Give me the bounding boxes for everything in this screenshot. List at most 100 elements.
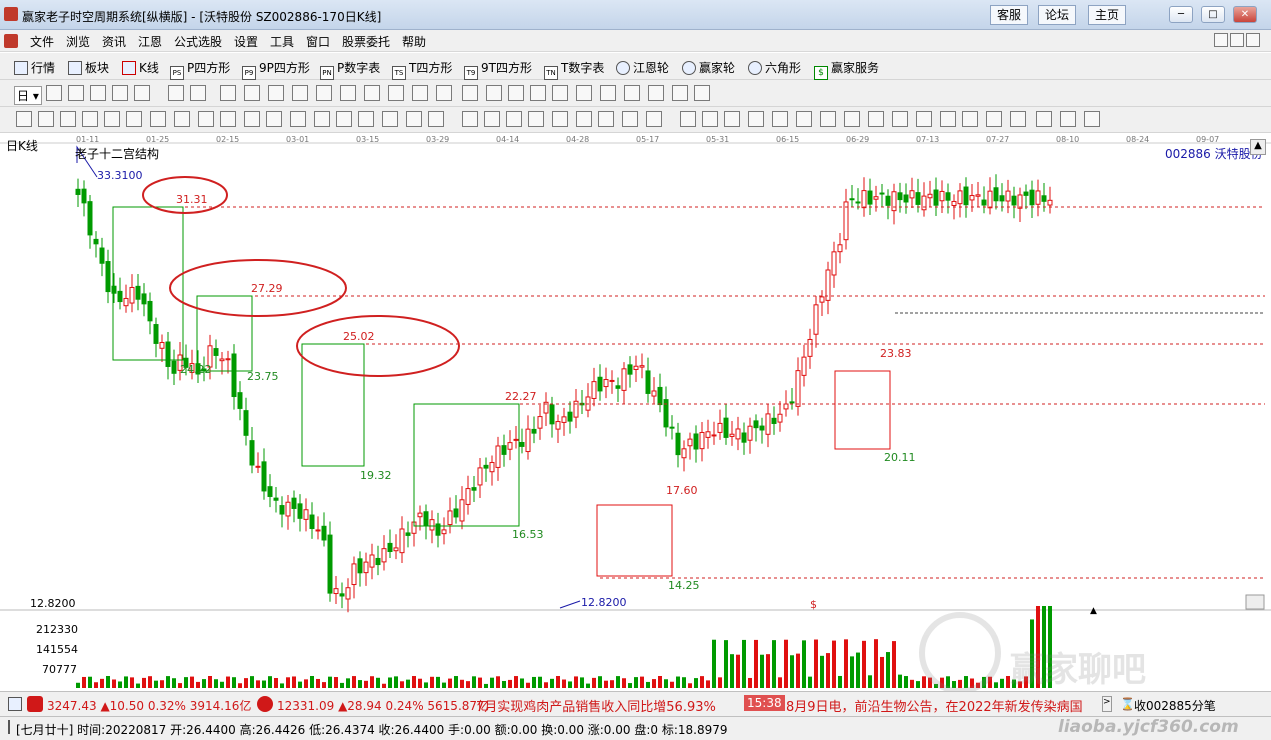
news-headline-2[interactable]: 8月9日电，前沿生物公告，在2022年新发传染病国 — [786, 696, 1106, 715]
tool-icon-25[interactable] — [624, 85, 640, 101]
analysis-icon-29[interactable] — [680, 111, 696, 127]
tool-icon-2[interactable] — [68, 85, 84, 101]
analysis-icon-17[interactable] — [382, 111, 398, 127]
shanghai-index[interactable]: 3247.43 ▲10.50 0.32% 3914.16亿 — [47, 697, 251, 714]
analysis-icon-41[interactable] — [962, 111, 978, 127]
9p-square-button[interactable]: P9 9P四方形 — [242, 59, 310, 80]
p-number-button[interactable]: PN P数字表 — [320, 59, 380, 80]
scroll-down-button[interactable] — [1245, 594, 1265, 610]
analysis-icon-18[interactable] — [406, 111, 422, 127]
tool-icon-24[interactable] — [600, 85, 616, 101]
analysis-icon-23[interactable] — [528, 111, 544, 127]
analysis-icon-10[interactable] — [220, 111, 236, 127]
menu-tools[interactable]: 工具 — [270, 33, 294, 50]
tool-icon-20[interactable] — [508, 85, 524, 101]
minimize-icon[interactable]: ─ — [1169, 6, 1193, 23]
news-headline-1[interactable]: 7月实现鸡肉产品销售收入同比增56.93% — [476, 696, 716, 715]
tool-icon-22[interactable] — [552, 85, 568, 101]
analysis-icon-37[interactable] — [868, 111, 884, 127]
tool-icon-6[interactable] — [168, 85, 184, 101]
analysis-icon-40[interactable] — [940, 111, 956, 127]
gann-wheel-button[interactable]: 江恩轮 — [616, 59, 669, 76]
service-button[interactable]: $ 赢家服务 — [814, 59, 879, 80]
menu-settings[interactable]: 设置 — [234, 33, 258, 50]
mdi-minimize-icon[interactable] — [1214, 33, 1228, 47]
analysis-icon-1[interactable] — [16, 111, 32, 127]
tool-icon-4[interactable] — [112, 85, 128, 101]
tool-icon-3[interactable] — [90, 85, 106, 101]
analysis-icon-21[interactable] — [484, 111, 500, 127]
analysis-icon-2[interactable] — [38, 111, 54, 127]
analysis-icon-28[interactable] — [646, 111, 662, 127]
forum-link[interactable]: 论坛 — [1038, 5, 1077, 25]
analysis-icon-46[interactable] — [1084, 111, 1100, 127]
chart-area[interactable]: 01-11 01-25 02-15 03-01 03-15 03-29 04-14 04-28… — [0, 133, 1271, 694]
tool-icon-15[interactable] — [388, 85, 404, 101]
tool-icon-9[interactable] — [244, 85, 260, 101]
t-square-button[interactable]: TS T四方形 — [392, 59, 452, 80]
analysis-icon-20[interactable] — [462, 111, 478, 127]
analysis-icon-19[interactable] — [428, 111, 444, 127]
tool-icon-7[interactable] — [190, 85, 206, 101]
9t-square-button[interactable]: T9 9T四方形 — [464, 59, 532, 80]
tool-icon-11[interactable] — [292, 85, 308, 101]
tool-icon-18[interactable] — [462, 85, 478, 101]
analysis-icon-30[interactable] — [702, 111, 718, 127]
analysis-icon-8[interactable] — [174, 111, 190, 127]
tool-icon-1[interactable] — [46, 85, 62, 101]
analysis-icon-9[interactable] — [198, 111, 214, 127]
tool-icon-14[interactable] — [364, 85, 380, 101]
analysis-icon-16[interactable] — [358, 111, 374, 127]
tool-icon-17[interactable] — [436, 85, 452, 101]
analysis-icon-44[interactable] — [1036, 111, 1052, 127]
menu-window[interactable]: 窗口 — [306, 33, 330, 50]
analysis-icon-36[interactable] — [844, 111, 860, 127]
winner-wheel-button[interactable]: 赢家轮 — [682, 59, 735, 76]
analysis-icon-3[interactable] — [60, 111, 76, 127]
analysis-icon-42[interactable] — [986, 111, 1002, 127]
analysis-icon-7[interactable] — [150, 111, 166, 127]
news-scroll-icon[interactable]: > — [1102, 696, 1112, 712]
analysis-icon-34[interactable] — [796, 111, 812, 127]
analysis-icon-26[interactable] — [598, 111, 614, 127]
analysis-icon-24[interactable] — [552, 111, 568, 127]
menu-file[interactable]: 文件 — [30, 33, 54, 50]
tool-icon-28[interactable] — [694, 85, 710, 101]
analysis-icon-6[interactable] — [126, 111, 142, 127]
tool-icon-21[interactable] — [530, 85, 546, 101]
kline-button[interactable]: K线 — [122, 59, 159, 76]
analysis-icon-5[interactable] — [104, 111, 120, 127]
menu-gann[interactable]: 江恩 — [138, 33, 162, 50]
tool-icon-16[interactable] — [412, 85, 428, 101]
scroll-up-icon[interactable]: ▲ — [1250, 139, 1266, 155]
analysis-icon-35[interactable] — [820, 111, 836, 127]
analysis-icon-15[interactable] — [336, 111, 352, 127]
analysis-icon-31[interactable] — [724, 111, 740, 127]
menu-trade[interactable]: 股票委托 — [342, 33, 390, 50]
menu-help[interactable]: 帮助 — [402, 33, 426, 50]
period-select[interactable]: 日 ▾ — [14, 86, 42, 105]
grid-icon[interactable] — [8, 697, 22, 711]
tool-icon-5[interactable] — [134, 85, 150, 101]
support-link[interactable]: 客服 — [990, 5, 1029, 25]
mdi-close-icon[interactable] — [1246, 33, 1260, 47]
analysis-icon-12[interactable] — [266, 111, 282, 127]
sector-button[interactable]: 板块 — [68, 59, 109, 76]
analysis-icon-27[interactable] — [622, 111, 638, 127]
tool-icon-19[interactable] — [486, 85, 502, 101]
tool-icon-27[interactable] — [672, 85, 688, 101]
kline-chart[interactable]: 01-11 01-25 02-15 03-01 03-15 03-29 04-14 04-28… — [0, 133, 1271, 694]
mdi-restore-icon[interactable] — [1230, 33, 1244, 47]
quotes-button[interactable]: 行情 — [14, 59, 55, 76]
analysis-icon-43[interactable] — [1010, 111, 1026, 127]
tool-icon-26[interactable] — [648, 85, 664, 101]
analysis-icon-22[interactable] — [506, 111, 522, 127]
menu-info[interactable]: 资讯 — [102, 33, 126, 50]
analysis-icon-13[interactable] — [290, 111, 306, 127]
tool-icon-10[interactable] — [268, 85, 284, 101]
hexagon-button[interactable]: 六角形 — [748, 59, 801, 76]
analysis-icon-45[interactable] — [1060, 111, 1076, 127]
t-number-button[interactable]: TN T数字表 — [544, 59, 604, 80]
tool-icon-8[interactable] — [220, 85, 236, 101]
tool-icon-23[interactable] — [576, 85, 592, 101]
